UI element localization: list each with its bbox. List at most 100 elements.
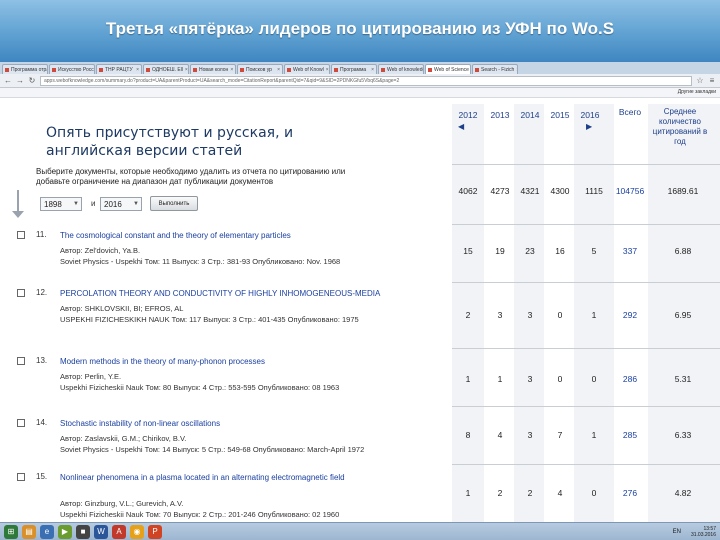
from-year-select[interactable]: 1898 ▼ (40, 197, 82, 211)
language-indicator[interactable]: EN (673, 529, 681, 535)
apply-button[interactable]: Выполнить (150, 196, 198, 211)
forward-icon[interactable]: → (16, 76, 24, 85)
citation-row-cell[interactable]: 285 (613, 430, 647, 440)
reload-icon[interactable]: ↻ (28, 76, 36, 85)
to-year-select[interactable]: 2016 ▼ (100, 197, 142, 211)
citation-row-cell: 1 (591, 430, 597, 440)
record-checkbox[interactable] (17, 473, 25, 481)
back-icon[interactable]: ← (4, 76, 12, 85)
browser-tab[interactable]: Искусство Россия× (49, 64, 95, 74)
clock[interactable]: 13:57 31.03.2016 (691, 526, 716, 538)
browser-tab[interactable]: Web of Science× (425, 64, 471, 74)
citation-row-cell[interactable]: 292 (613, 310, 647, 320)
chrome-icon[interactable]: ◉ (130, 524, 144, 539)
close-tab-icon[interactable]: × (371, 67, 374, 73)
word-icon[interactable]: W (94, 524, 108, 539)
terminal-icon[interactable]: ■ (76, 524, 90, 539)
tab-label: ТНР РАЦТУ (105, 66, 133, 73)
record-checkbox[interactable] (17, 419, 25, 427)
year-header[interactable]: 2014 (513, 110, 547, 120)
browser-tab[interactable]: Web of knowledge× (378, 64, 424, 74)
record-title-link[interactable]: Stochastic instability of non-linear osc… (60, 418, 420, 429)
folder-icon[interactable]: ▤ (22, 524, 36, 539)
slide-annotation: Опять присутствуют и русская, и английск… (46, 124, 346, 160)
close-tab-icon[interactable]: × (230, 67, 233, 73)
citation-row-cell: 1 (497, 374, 503, 384)
citation-row-cell: 4.82 (674, 488, 692, 498)
close-tab-icon[interactable]: × (326, 67, 329, 73)
year-header[interactable]: 2015 (543, 110, 577, 120)
url-input[interactable]: apps.webofknowledge.com/summary.do?produ… (40, 75, 692, 86)
browser-tab[interactable]: Новая колон × (190, 64, 236, 74)
table-row-divider (452, 164, 720, 165)
citation-row-cell: 19 (495, 246, 505, 256)
citation-row-cell: 0 (591, 374, 597, 384)
citation-row-cell: 16 (555, 246, 565, 256)
record-number: 15. (36, 472, 48, 481)
player-icon[interactable]: ▶ (58, 524, 72, 539)
year-header[interactable]: 2012 (451, 110, 485, 120)
citation-row-cell: 0 (557, 310, 563, 320)
browser-tab[interactable]: Search - Fizich× (472, 64, 518, 74)
menu-icon[interactable]: ≡ (708, 76, 716, 85)
tab-label: Программа (340, 66, 367, 73)
record-checkbox[interactable] (17, 231, 25, 239)
record-checkbox[interactable] (17, 357, 25, 365)
record-source: USPEKHI FIZICHESKIKH NAUK Том: 117 Выпус… (60, 315, 359, 324)
close-tab-icon[interactable]: × (136, 67, 139, 73)
record-title-link[interactable]: Nonlinear phenomena in a plasma located … (60, 472, 420, 483)
browser-tab[interactable]: Web of Knowl × (284, 64, 330, 74)
star-icon[interactable]: ☆ (696, 76, 704, 85)
prev-years-icon[interactable]: ◀ (458, 122, 464, 131)
citation-row-cell: 7 (557, 430, 563, 440)
record-source: Uspekhi Fizicheskii Nauk Том: 80 Выпуск:… (60, 383, 340, 392)
record-authors: Автор: Zel'dovich, Ya.B. (60, 246, 141, 255)
start-icon[interactable]: ⊞ (4, 524, 18, 539)
citation-row-cell: 1 (465, 374, 471, 384)
citation-row-cell[interactable]: 276 (613, 488, 647, 498)
record-title-link[interactable]: PERCOLATION THEORY AND CONDUCTIVITY OF H… (60, 288, 420, 299)
close-tab-icon[interactable]: × (277, 67, 280, 73)
record-authors: Автор: Perlin, Y.E. (60, 372, 122, 381)
year-header[interactable]: 2013 (483, 110, 517, 120)
tab-favicon-icon (334, 67, 338, 72)
close-tab-icon[interactable]: × (516, 67, 517, 73)
table-row-divider (452, 348, 720, 349)
average-header[interactable]: Среднее количество цитирований в год (648, 107, 712, 147)
citation-row-cell: 0 (591, 488, 597, 498)
pdf-icon[interactable]: A (112, 524, 126, 539)
citation-row-cell: 0 (557, 374, 563, 384)
other-bookmarks-link[interactable]: Другие закладки (678, 89, 716, 95)
record-source: Soviet Physics - Uspekhi Том: 14 Выпуск:… (60, 445, 365, 454)
tab-favicon-icon (52, 67, 56, 72)
totals-row-cell: 4273 (490, 186, 510, 196)
citation-row-cell: 5.31 (674, 374, 692, 384)
year-header[interactable]: 2016 (573, 110, 607, 120)
tab-label: Новая колон (199, 66, 229, 73)
close-tab-icon[interactable]: × (185, 67, 188, 73)
bookmarks-bar: Другие закладки (0, 88, 720, 98)
citation-row-cell[interactable]: 337 (613, 246, 647, 256)
total-header[interactable]: Всего (614, 107, 646, 117)
ie-icon[interactable]: e (40, 524, 54, 539)
totals-row-cell: 1115 (585, 186, 603, 196)
browser-tab[interactable]: ТНР РАЦТУ × (96, 64, 142, 74)
citation-row-cell: 3 (527, 374, 533, 384)
tab-favicon-icon (475, 67, 479, 72)
record-checkbox[interactable] (17, 289, 25, 297)
browser-tab[interactable]: Поисков ур × (237, 64, 283, 74)
powerpoint-icon[interactable]: P (148, 524, 162, 539)
totals-row-cell: 4300 (550, 186, 570, 196)
tab-label: Искусство Россия (58, 66, 94, 73)
next-years-icon[interactable]: ▶ (586, 122, 592, 131)
record-title-link[interactable]: The cosmological constant and the theory… (60, 230, 420, 241)
browser-tab[interactable]: Программа × (331, 64, 377, 74)
totals-row-cell[interactable]: 104756 (613, 186, 647, 196)
record-title-link[interactable]: Modern methods in the theory of many-pho… (60, 356, 420, 367)
tab-favicon-icon (99, 67, 103, 72)
citation-row-cell[interactable]: 286 (613, 374, 647, 384)
browser-tab[interactable]: ОДНОЕШ. Ell × (143, 64, 189, 74)
tab-favicon-icon (240, 67, 244, 72)
citation-row-cell: 2 (465, 310, 471, 320)
browser-tab[interactable]: Программа отрас× (2, 64, 48, 74)
